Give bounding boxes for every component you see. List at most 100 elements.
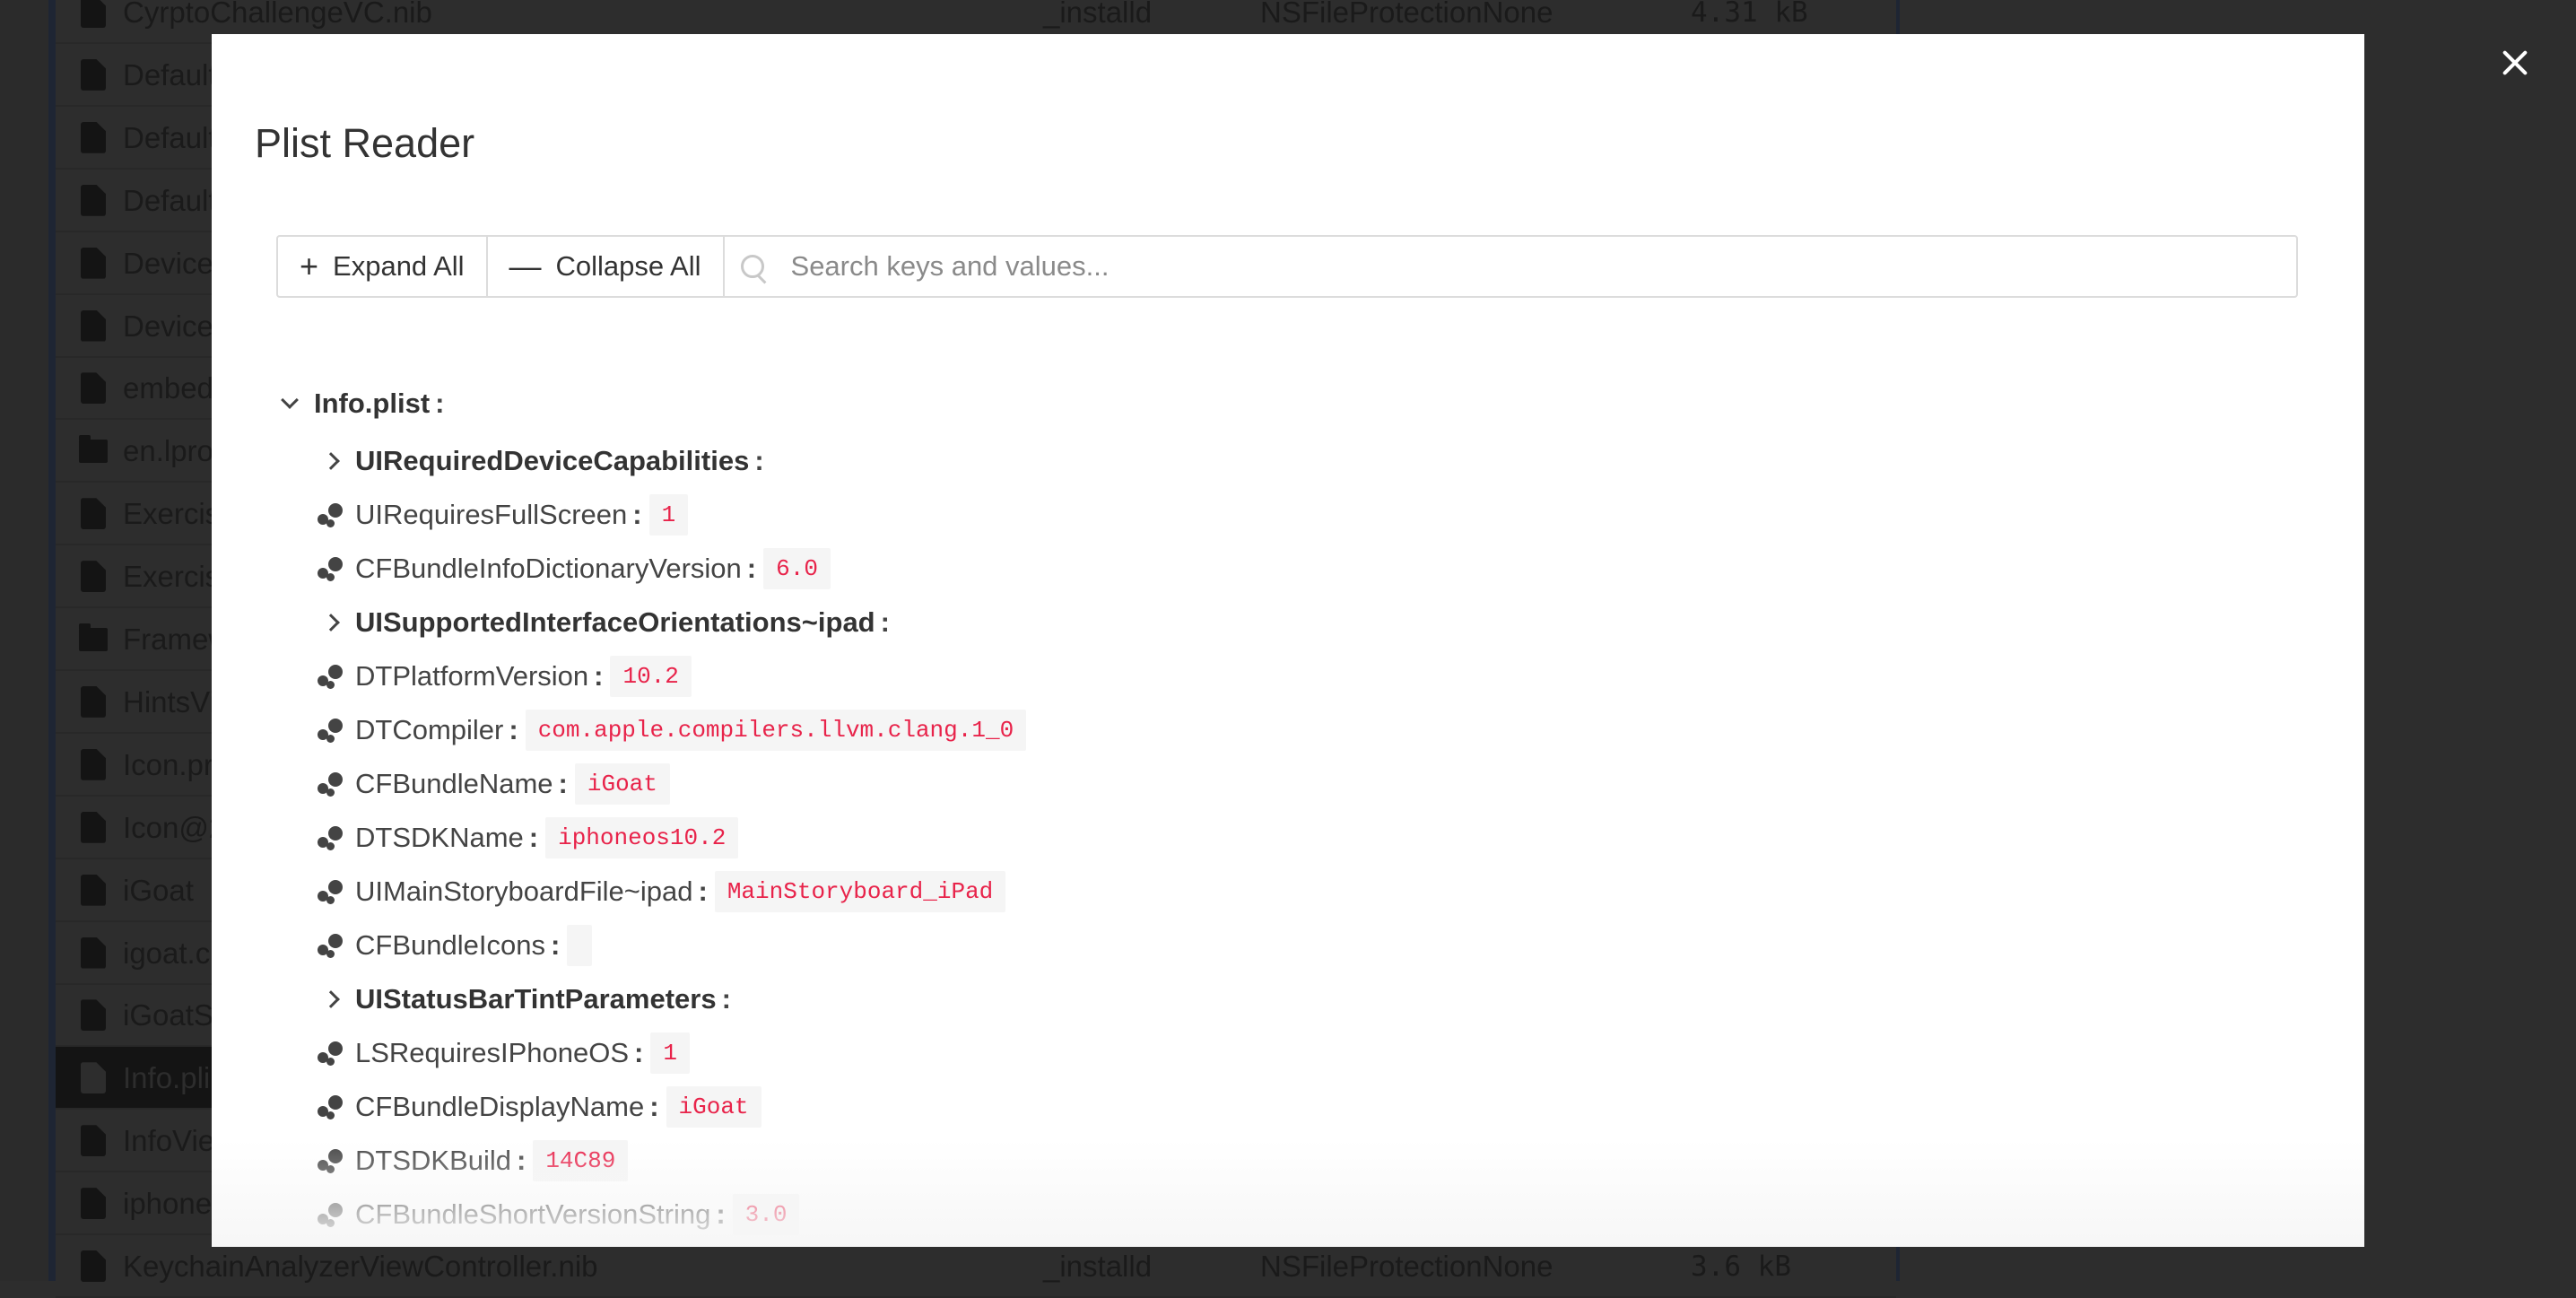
- tree-value: 3.0: [732, 1194, 800, 1235]
- file-name: InfoVie: [123, 1124, 215, 1158]
- expand-all-label: Expand All: [333, 250, 465, 282]
- tree-row: UIMainStoryboardFile~ipad: MainStoryboard…: [318, 865, 1026, 919]
- tree-row: LSRequiresIPhoneOS:1: [318, 1026, 1026, 1080]
- colon: :: [754, 445, 764, 476]
- expand-all-button[interactable]: + Expand All: [278, 237, 488, 296]
- leaf-value-icon: [318, 717, 344, 744]
- collapse-all-button[interactable]: — Collapse All: [488, 237, 725, 296]
- file-icon: [81, 748, 106, 780]
- file-name: Device: [123, 246, 213, 280]
- plist-tree: Info.plist : UIRequiredDeviceCapabilitie…: [276, 375, 1027, 1247]
- file-icon: [81, 0, 106, 28]
- leaf-value-icon: [318, 771, 344, 797]
- tree-row[interactable]: UISupportedInterfaceOrientations~ipad:: [318, 596, 1026, 649]
- tree-row: CFBundleDisplayName: iGoat: [318, 1080, 1026, 1134]
- file-name: Device: [123, 309, 213, 343]
- tree-root-row[interactable]: Info.plist :: [276, 375, 1026, 432]
- tree-row: CFBundleName: iGoat: [318, 757, 1026, 811]
- tree-value: com.apple.compilers.llvm.clang.1_0: [525, 710, 1027, 751]
- file-name: Icon@2: [123, 810, 226, 844]
- leaf-value-icon: [318, 663, 344, 690]
- tree-row[interactable]: UIRequiredDeviceCapabilities:: [318, 434, 1026, 488]
- plist-reader-modal: Plist Reader + Expand All — Collapse All…: [212, 34, 2364, 1247]
- tree-key: CFBundleInfoDictionaryVersion: [355, 553, 742, 584]
- leaf-value-icon: [318, 1201, 344, 1228]
- colon: :: [632, 499, 642, 530]
- tree-value: 14C89: [533, 1140, 629, 1181]
- colon: :: [746, 553, 757, 584]
- leaf-value-icon: [318, 824, 344, 851]
- tree-row: DTPlatformVersion:10.2: [318, 649, 1026, 703]
- tree-key: DTPlatformVersion: [355, 660, 589, 692]
- tree-key: UIRequiresFullScreen: [355, 499, 628, 530]
- tree-children: UIRequiredDeviceCapabilities: UIRequiresF…: [276, 434, 1027, 1247]
- file-icon: [81, 561, 106, 593]
- file-icon: [81, 121, 106, 153]
- close-icon[interactable]: [2499, 47, 2531, 79]
- file-icon: [81, 372, 106, 405]
- file-name: Default: [123, 183, 217, 217]
- file-name: iGoat: [123, 873, 194, 907]
- background-sidebar: [0, 0, 48, 1281]
- file-icon: [81, 58, 106, 91]
- tree-value: iGoat: [666, 1086, 761, 1128]
- chevron-right-icon[interactable]: [318, 986, 344, 1013]
- leaf-value-icon: [318, 878, 344, 905]
- tree-key: UIStatusBarTintParameters: [355, 983, 717, 1015]
- file-name: Info.pli: [123, 1061, 211, 1095]
- leaf-value-icon: [318, 932, 344, 959]
- tree-row: DTSDKBuild:14C89: [318, 1134, 1026, 1188]
- background-divider: [48, 0, 56, 1281]
- chevron-down-icon[interactable]: [276, 390, 303, 417]
- tree-key: UIRequiredDeviceCapabilities: [355, 445, 750, 476]
- collapse-all-label: Collapse All: [555, 250, 701, 282]
- file-name: Exercis: [123, 560, 221, 594]
- minus-icon: —: [509, 248, 542, 284]
- search-icon: [740, 255, 764, 278]
- file-name: Default: [123, 120, 217, 154]
- colon: :: [528, 822, 539, 853]
- tree-key: DTSDKName: [355, 822, 524, 853]
- search-input[interactable]: [788, 249, 2296, 283]
- file-icon: [81, 1125, 106, 1157]
- tree-row: CFBundleShortVersionString:3.0: [318, 1188, 1026, 1241]
- file-icon: [81, 1188, 106, 1220]
- tree-row: CFBundleIcons:: [318, 919, 1026, 972]
- plus-icon: +: [300, 248, 319, 284]
- tree-key: UIMainStoryboardFile~ipad: [355, 875, 693, 907]
- file-icon: [81, 184, 106, 216]
- leaf-value-icon: [318, 1147, 344, 1174]
- chevron-right-icon[interactable]: [318, 448, 344, 475]
- file-icon: [81, 685, 106, 718]
- file-name: iphone: [123, 1187, 213, 1221]
- tree-key: DTSDKBuild: [355, 1145, 511, 1176]
- tree-value: 6.0: [763, 548, 831, 589]
- modal-title: Plist Reader: [255, 120, 475, 166]
- folder-icon: [79, 435, 108, 464]
- chevron-right-icon[interactable]: [318, 609, 344, 636]
- tree-key: CFBundleDisplayName: [355, 1091, 645, 1122]
- file-icon: [81, 309, 106, 342]
- tree-key: UISupportedInterfaceOrientations~ipad: [355, 606, 875, 638]
- file-icon: [81, 1250, 106, 1282]
- tree-row: DTCompiler: com.apple.compilers.llvm.clan…: [318, 703, 1027, 757]
- tree-key: CFBundleShortVersionString: [355, 1198, 711, 1230]
- tree-row: CFBundleInfoDictionaryVersion:6.0: [318, 542, 1026, 596]
- tree-key: CFBundleIcons: [355, 929, 545, 961]
- colon: :: [634, 1037, 644, 1068]
- tree-value: iGoat: [574, 763, 670, 805]
- tree-key: CFBundleName: [355, 768, 553, 799]
- file-name: embed: [123, 371, 213, 405]
- tree-row[interactable]: CFBundleSupportedPlatf:: [318, 1241, 1026, 1247]
- colon: :: [880, 606, 890, 638]
- tree-row[interactable]: UIStatusBarTintParameters:: [318, 972, 1026, 1026]
- colon: :: [509, 714, 518, 745]
- toolbar: + Expand All — Collapse All: [276, 235, 2298, 298]
- leaf-value-icon: [318, 555, 344, 582]
- file-name: iGoatS: [123, 998, 213, 1032]
- root-key: Info.plist: [314, 388, 431, 419]
- colon: :: [550, 929, 561, 961]
- tree-value: 10.2: [610, 656, 692, 697]
- file-name: Exercis: [123, 497, 221, 531]
- colon: :: [721, 983, 731, 1015]
